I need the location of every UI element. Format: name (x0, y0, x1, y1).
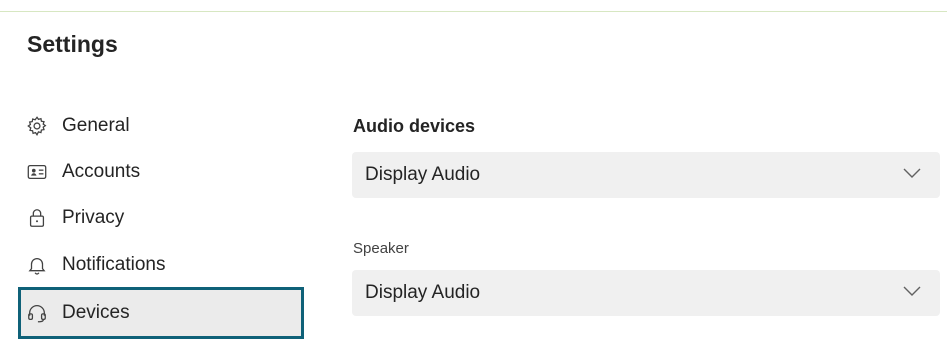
sidebar-item-devices[interactable]: Devices (18, 287, 304, 339)
sidebar-item-label: Notifications (62, 254, 166, 275)
bell-icon (26, 254, 48, 276)
sidebar-item-label: General (62, 115, 130, 136)
gear-icon (26, 115, 48, 137)
sidebar-item-privacy[interactable]: Privacy (18, 195, 304, 241)
speaker-label: Speaker (353, 240, 409, 257)
audio-devices-heading: Audio devices (353, 116, 476, 136)
speaker-dropdown[interactable]: Display Audio (352, 270, 940, 316)
sidebar-item-notifications[interactable]: Notifications (18, 242, 304, 288)
contact-card-icon (26, 161, 48, 183)
top-divider (0, 11, 947, 12)
audio-device-dropdown[interactable]: Display Audio (352, 152, 940, 198)
sidebar-item-label: Devices (62, 302, 130, 323)
lock-icon (26, 207, 48, 229)
sidebar-item-general[interactable]: General (18, 103, 304, 149)
chevron-down-icon (902, 284, 922, 302)
chevron-down-icon (902, 166, 922, 184)
headset-icon (26, 302, 48, 324)
speaker-value: Display Audio (365, 282, 481, 303)
sidebar-item-accounts[interactable]: Accounts (18, 149, 304, 195)
page-title: Settings (27, 31, 118, 57)
audio-device-value: Display Audio (365, 164, 481, 185)
sidebar-item-label: Privacy (62, 207, 125, 228)
sidebar-item-label: Accounts (62, 161, 141, 182)
